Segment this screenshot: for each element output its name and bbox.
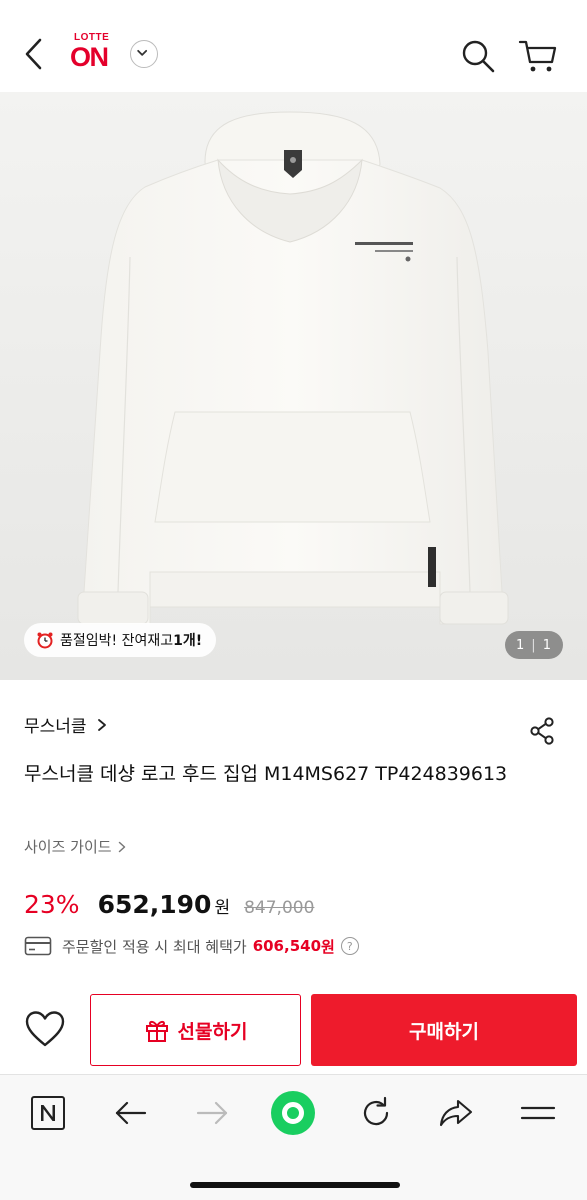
image-page-counter: 1 | 1 xyxy=(505,631,563,659)
product-title: 무스너클 데샹 로고 후드 집업 M14MS627 TP424839613 xyxy=(24,763,508,785)
search-icon[interactable] xyxy=(460,38,496,74)
buy-button[interactable]: 구매하기 xyxy=(311,994,577,1066)
low-stock-count: 1개! xyxy=(173,633,203,649)
brand-name: 무스너클 xyxy=(24,717,87,737)
service-menu-button[interactable] xyxy=(130,40,158,68)
share-icon[interactable] xyxy=(528,716,556,746)
hoodie-product-image xyxy=(0,92,587,680)
help-icon[interactable]: ? xyxy=(340,937,359,955)
price-row: 23% 652,190 원 847,000 xyxy=(24,890,314,926)
home-indicator[interactable] xyxy=(190,1182,400,1188)
low-stock-text: 품절임박! 잔여재고 xyxy=(60,633,174,649)
gift-button-label: 선물하기 xyxy=(177,1020,248,1043)
chevron-down-icon xyxy=(137,49,148,56)
chevron-right-icon xyxy=(97,718,106,731)
size-guide-label: 사이즈 가이드 xyxy=(24,838,112,856)
logo-on-text: ON xyxy=(70,42,109,72)
gift-button[interactable]: 선물하기 xyxy=(90,994,301,1066)
menu-icon[interactable] xyxy=(518,1093,558,1133)
cart-icon[interactable] xyxy=(518,38,558,74)
wishlist-heart-icon[interactable] xyxy=(24,1010,66,1048)
sale-price: 652,190 xyxy=(97,890,212,919)
naver-home-icon[interactable] xyxy=(28,1093,68,1133)
benefit-price: 606,540 xyxy=(252,937,322,955)
gift-icon xyxy=(145,1020,168,1042)
benefit-price-unit: 원 xyxy=(321,937,335,956)
page-total: 1 xyxy=(542,637,552,653)
page-separator: | xyxy=(531,637,537,653)
discount-rate: 23% xyxy=(24,890,80,919)
alarm-clock-icon xyxy=(37,632,53,649)
browser-forward-icon[interactable] xyxy=(192,1093,232,1133)
sale-price-unit: 원 xyxy=(214,898,231,918)
buy-button-label: 구매하기 xyxy=(409,1020,479,1043)
share-arrow-icon[interactable] xyxy=(436,1093,476,1133)
product-image-gallery[interactable]: 품절임박! 잔여재고 1개! 1 | 1 xyxy=(0,92,587,680)
browser-back-icon[interactable] xyxy=(111,1093,151,1133)
max-benefit-row: 주문할인 적용 시 최대 혜택가 606,540 원 ? xyxy=(24,932,359,960)
original-price: 847,000 xyxy=(244,898,315,918)
brand-link[interactable]: 무스너클 xyxy=(24,712,107,737)
benefit-text: 주문할인 적용 시 최대 혜택가 xyxy=(62,937,247,956)
credit-card-icon xyxy=(24,936,52,956)
back-arrow-icon[interactable] xyxy=(18,34,50,74)
page-current: 1 xyxy=(516,637,526,653)
chevron-right-icon xyxy=(118,841,125,852)
top-header: LOTTE ON xyxy=(0,0,587,92)
low-stock-badge: 품절임박! 잔여재고 1개! xyxy=(24,623,217,657)
size-guide-link[interactable]: 사이즈 가이드 xyxy=(24,836,126,857)
refresh-icon[interactable] xyxy=(356,1093,396,1133)
lotte-on-logo[interactable]: LOTTE ON xyxy=(70,32,122,74)
green-dot-icon[interactable] xyxy=(270,1090,316,1136)
